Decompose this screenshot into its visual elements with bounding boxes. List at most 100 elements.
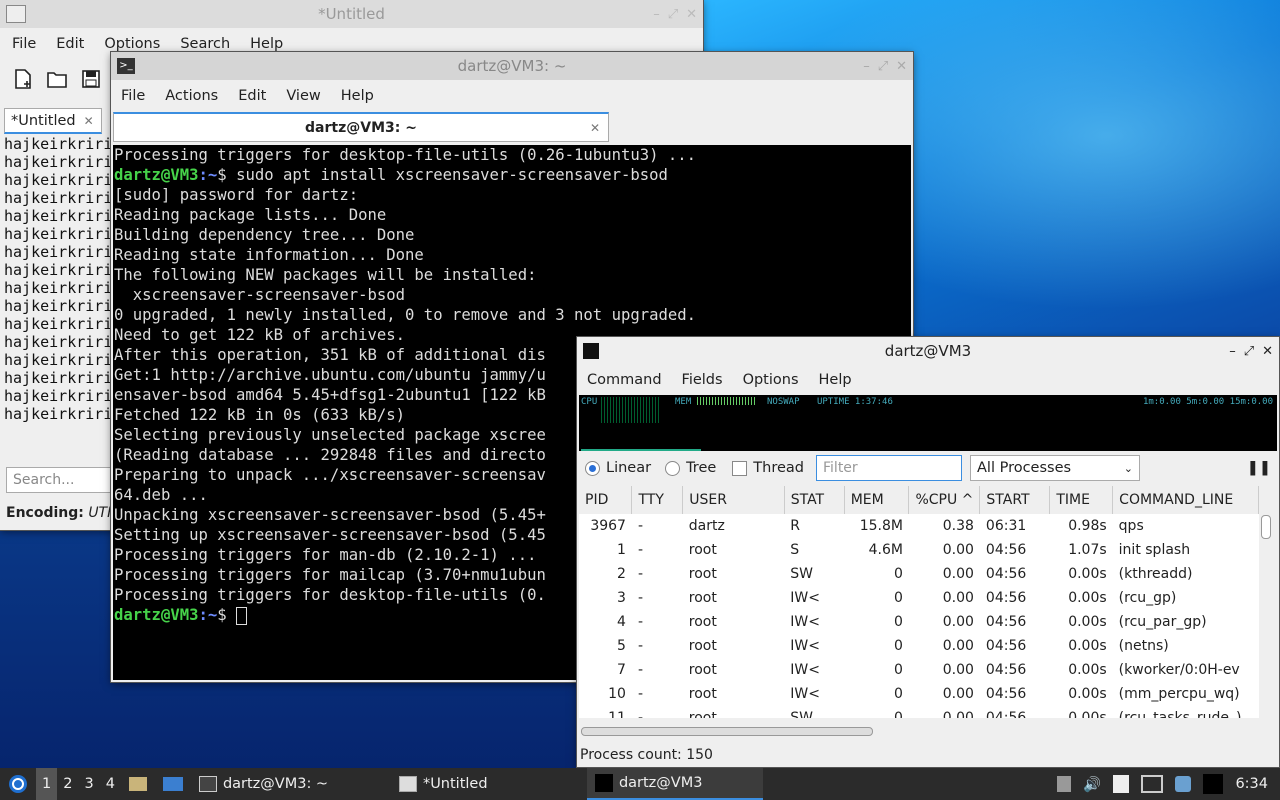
column-header-mem[interactable]: MEM [844,486,910,514]
trash-icon[interactable] [1057,776,1072,792]
menu-edit[interactable]: Edit [46,36,94,52]
open-folder-icon[interactable] [46,68,68,90]
table-row[interactable]: 2- root SW 0 0.00 04:56 0.00s (kthreadd) [579,562,1259,586]
table-cell: 4.6M [868,542,903,558]
editor-line: hajkeirkriri [4,135,113,153]
task-terminal[interactable]: dartz@VM3: ~ [191,768,391,800]
column-header-command-line[interactable]: COMMAND_LINE [1112,486,1259,514]
maximize-icon[interactable]: ⤢ [1244,344,1254,359]
table-cell: 1.07s [1068,542,1107,558]
table-row[interactable]: 4- root IW< 0 0.00 04:56 0.00s (rcu_par_gp) [579,610,1259,634]
table-cell: IW< [790,686,820,702]
table-cell: 5 [617,638,626,654]
menu-search[interactable]: Search [170,36,240,52]
clock: 6:34 [1235,776,1268,792]
tab-close-icon[interactable]: ✕ [590,121,600,135]
menu-help[interactable]: Help [809,372,862,388]
table-cell: dartz [688,518,725,534]
table-cell: 0 [894,638,903,654]
lubuntu-logo-icon [9,775,27,793]
editor-tab[interactable]: *Untitled ✕ [4,108,102,134]
table-cell: - [637,710,644,718]
menu-options[interactable]: Options [733,372,809,388]
table-row[interactable]: 7- root IW< 0 0.00 04:56 0.00s (kworker/0:0H-ev [579,658,1259,682]
table-row[interactable]: 3967- dartz R 15.8M 0.38 06:31 0.98s qps [579,514,1259,538]
table-cell: 0.00s [1068,638,1107,654]
task-editor-label: *Untitled [422,776,488,792]
table-cell: 0 [894,566,903,582]
close-icon[interactable]: ✕ [1262,344,1273,359]
menu-file[interactable]: File [2,36,46,52]
linear-radio[interactable] [585,460,600,476]
column-header-time[interactable]: TIME [1049,486,1114,514]
table-cell: 04:56 [985,686,1027,702]
table-cell: - [637,686,644,702]
menu-command[interactable]: Command [577,372,672,388]
qps-titlebar[interactable]: dartz@VM3 – ⤢ ✕ [577,337,1279,365]
system-monitor-icon[interactable] [1203,774,1224,794]
table-row[interactable]: 5- root IW< 0 0.00 04:56 0.00s (netns) [579,634,1259,658]
column-header-tty[interactable]: TTY [631,486,684,514]
menu-file[interactable]: File [111,88,155,104]
tab-close-icon[interactable]: ✕ [84,114,94,128]
close-icon[interactable]: ✕ [896,59,907,74]
terminal-titlebar[interactable]: >_ dartz@VM3: ~ – ⤢ ✕ [111,52,913,80]
maximize-icon[interactable]: ⤢ [878,59,888,74]
menu-actions[interactable]: Actions [155,88,228,104]
table-row[interactable]: 1- root S 4.6M 0.00 04:56 1.07s init splash [579,538,1259,562]
table-cell: 0.00s [1068,710,1107,718]
terminal-icon [198,776,217,792]
column-header-pid[interactable]: PID [579,486,633,514]
table-row[interactable]: 3- root IW< 0 0.00 04:56 0.00s (rcu_gp) [579,586,1259,610]
show-desktop-icon[interactable] [155,768,191,800]
save-icon[interactable] [80,68,102,90]
menu-help[interactable]: Help [331,88,384,104]
pause-icon[interactable]: ❚❚ [1247,460,1271,476]
thread-checkbox[interactable] [732,460,748,476]
close-icon[interactable]: ✕ [686,7,697,22]
clipboard-icon[interactable] [1113,775,1130,793]
table-cell: root [688,710,717,718]
maximize-icon[interactable]: ⤢ [668,7,678,22]
network-icon[interactable] [1141,775,1164,793]
vertical-scrollbar[interactable] [1261,515,1271,539]
search-input[interactable]: Search... [6,467,116,493]
task-editor[interactable]: *Untitled [391,768,587,800]
editor-titlebar[interactable]: *Untitled – ⤢ ✕ [0,0,703,28]
column-header--cpu[interactable]: %CPU ^ [908,486,981,514]
menu-view[interactable]: View [276,88,330,104]
minimize-icon[interactable]: – [863,59,870,74]
column-header-start[interactable]: START [979,486,1051,514]
new-file-icon[interactable] [12,68,34,90]
table-row[interactable]: 10- root IW< 0 0.00 04:56 0.00s (mm_percpu_wq) [579,682,1259,706]
tree-radio[interactable] [665,460,681,476]
editor-content[interactable]: hajkeirkriri hajkeirkriri hajkeirkriri hajk… [4,135,112,423]
filter-input[interactable]: Filter [816,455,962,481]
task-qps[interactable]: dartz@VM3 [586,768,763,800]
volume-icon[interactable]: 🔊 [1083,776,1101,793]
table-row[interactable]: 11 - root SW 0 0.00 04:56 0.00s (rcu_tasks_rude_… [579,706,1259,718]
menu-edit[interactable]: Edit [228,88,276,104]
menu-help[interactable]: Help [240,36,293,52]
menu-fields[interactable]: Fields [672,372,733,388]
terminal-tab[interactable]: dartz@VM3: ~ ✕ [113,112,609,142]
minimize-icon[interactable]: – [1229,344,1236,359]
workspace-2[interactable]: 2 [57,768,78,800]
terminal-title: dartz@VM3: ~ [457,57,567,75]
workspace-1[interactable]: 1 [36,768,58,800]
notification-icon[interactable] [1175,776,1192,792]
workspace-3[interactable]: 3 [78,768,99,800]
process-filter-select[interactable]: All Processes ⌄ [970,455,1140,481]
column-header-user[interactable]: USER [682,486,785,514]
horizontal-scrollbar[interactable] [581,727,873,736]
menu-options[interactable]: Options [94,36,170,52]
editor-line: hajkeirkriri [4,387,113,405]
start-menu-button[interactable] [0,768,36,800]
editor-icon [398,776,417,792]
column-header-stat[interactable]: STAT [784,486,845,514]
table-cell: 0.00 [942,638,974,654]
workspace-4[interactable]: 4 [100,768,121,800]
minimize-icon[interactable]: – [653,7,660,22]
table-cell: 0.00 [942,662,974,678]
file-manager-launcher-icon[interactable] [121,768,155,800]
